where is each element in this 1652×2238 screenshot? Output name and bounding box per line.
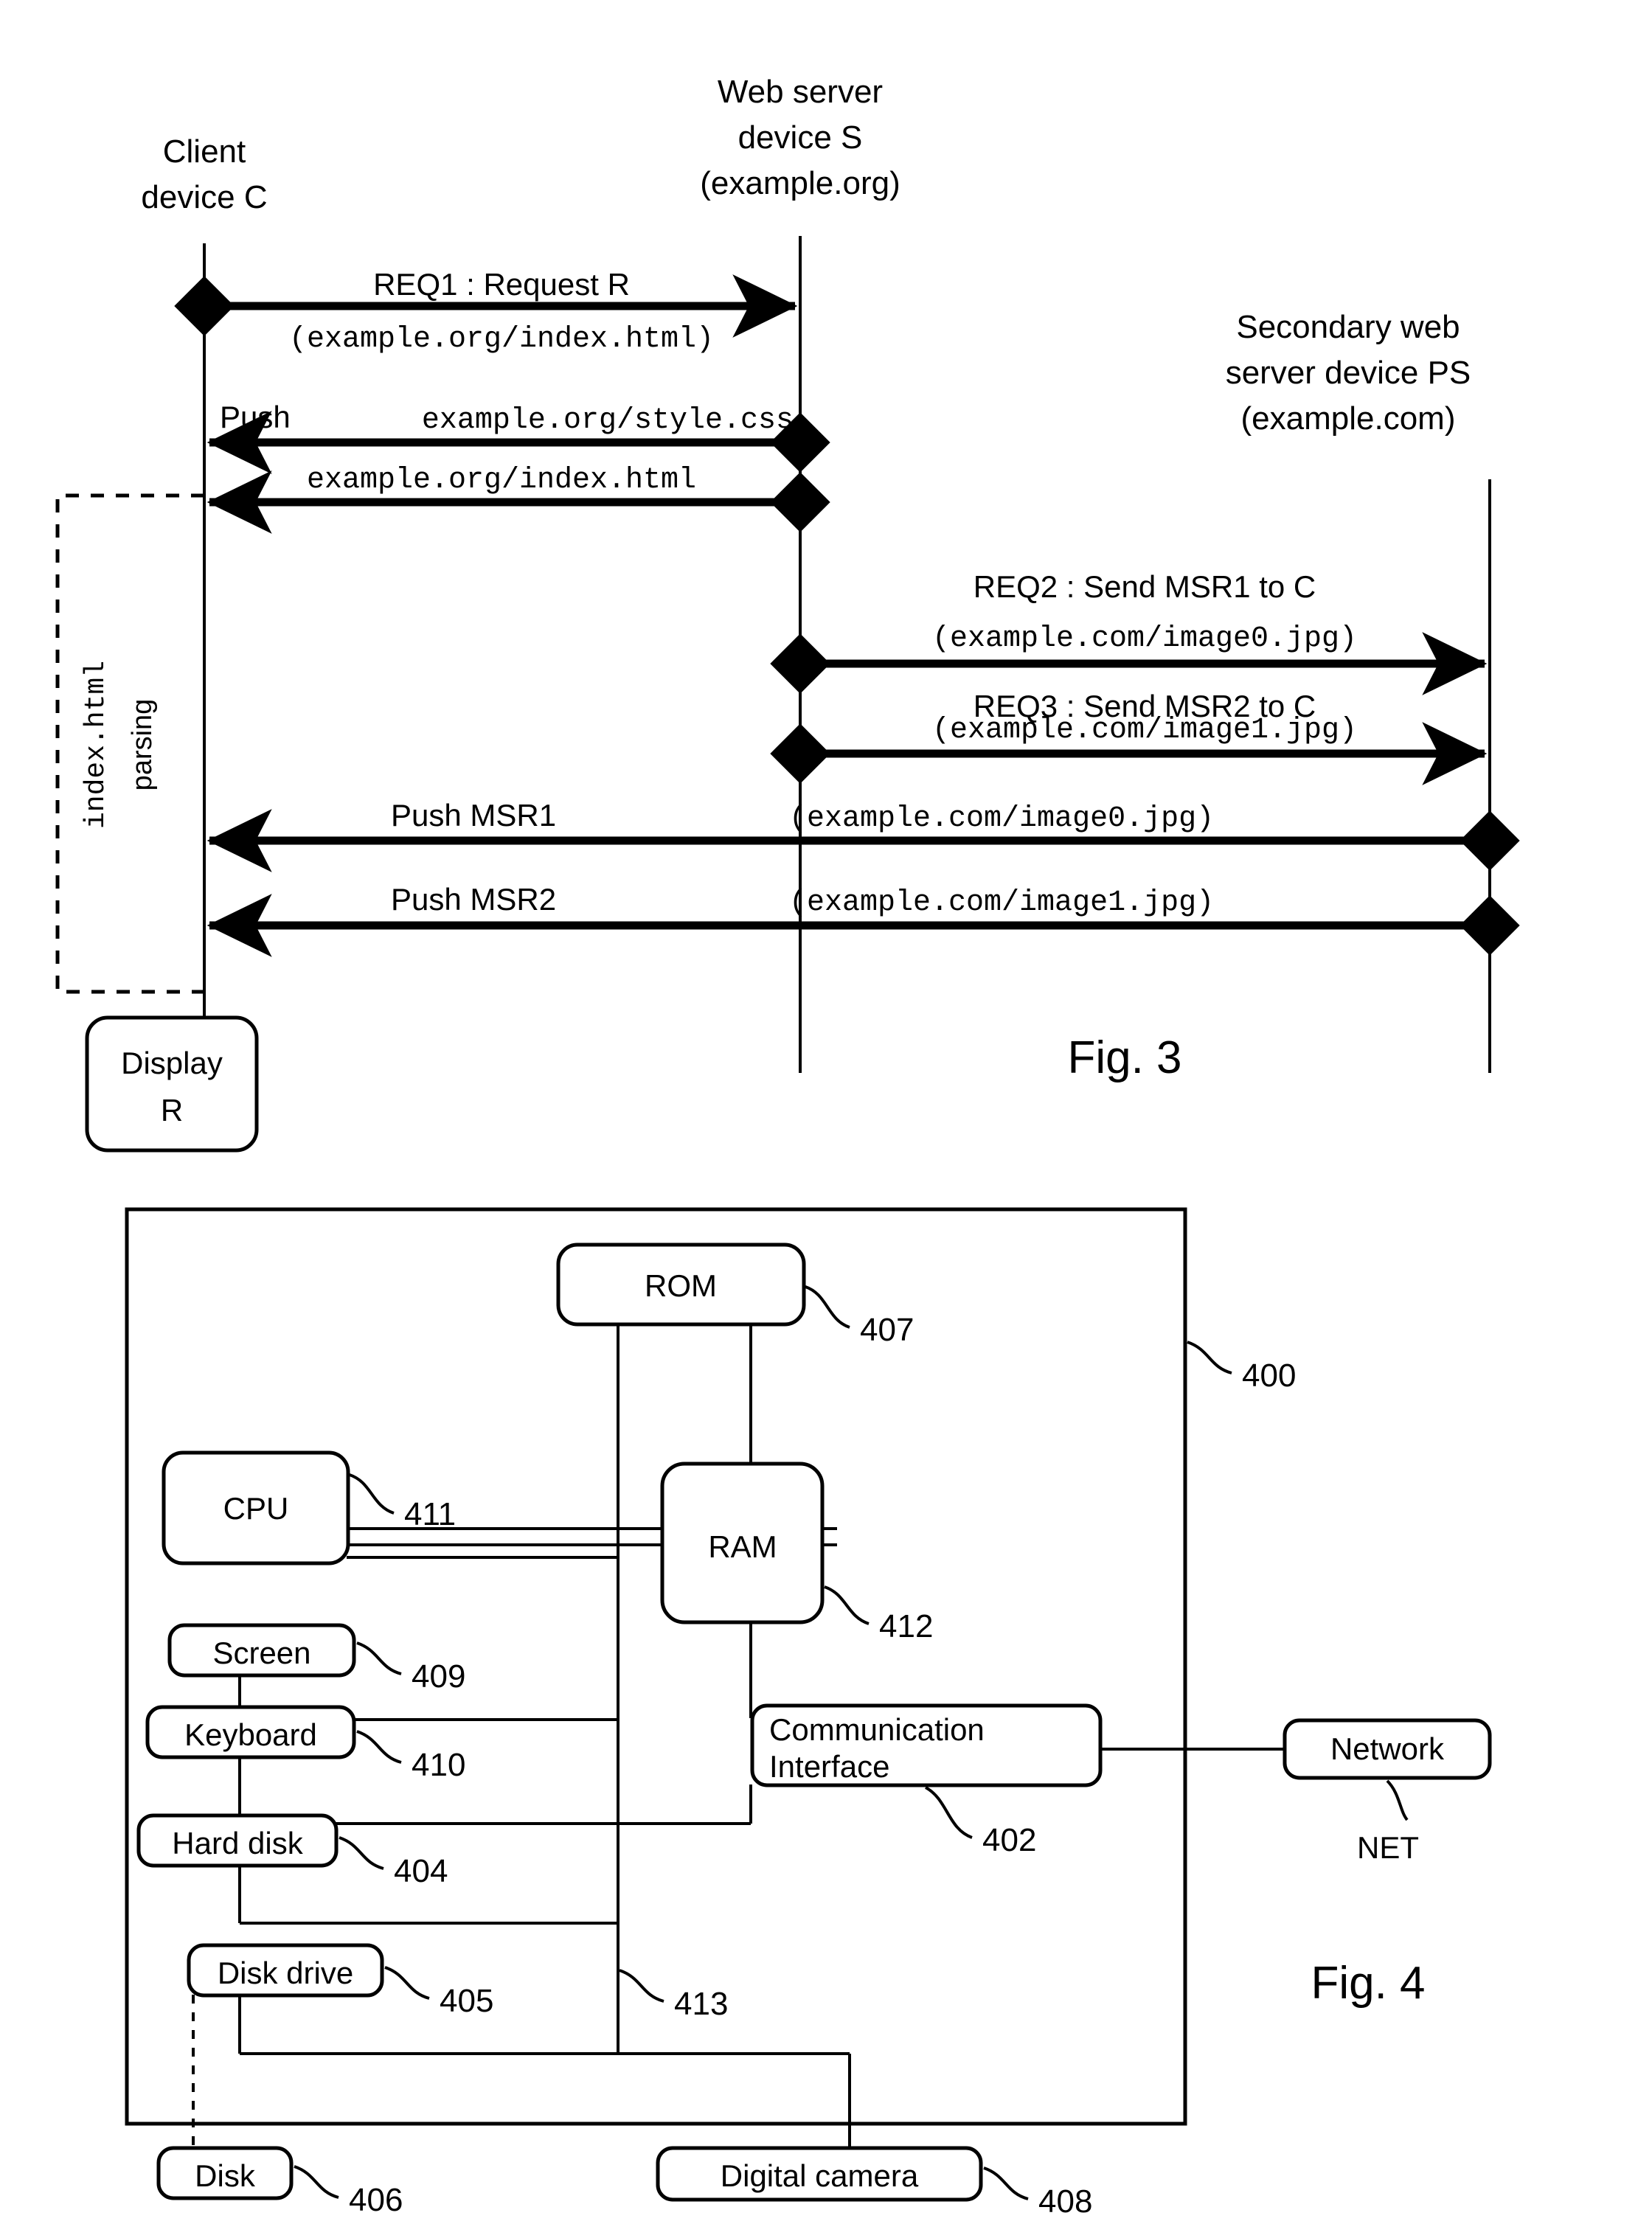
leader-407 xyxy=(805,1285,850,1329)
block-comm-label2: Interface xyxy=(769,1749,889,1784)
block-keyboard-label: Keyboard xyxy=(184,1717,317,1752)
leader-413 xyxy=(619,1969,664,2003)
leader-402 xyxy=(924,1786,973,1839)
block-disk-label: Disk xyxy=(195,2158,256,2193)
leader-406 xyxy=(294,2165,339,2199)
block-diskdrive-label: Disk drive xyxy=(218,1956,353,1990)
ref-413: 413 xyxy=(674,1986,728,2022)
leader-404 xyxy=(339,1836,384,1870)
ref-408: 408 xyxy=(1038,2183,1092,2220)
block-camera-label: Digital camera xyxy=(721,2158,919,2193)
ref-405: 405 xyxy=(440,1983,493,2019)
ref-400: 400 xyxy=(1242,1358,1296,1394)
ref-409: 409 xyxy=(412,1658,465,1695)
leader-412 xyxy=(824,1585,870,1625)
leader-411 xyxy=(349,1473,395,1515)
ref-404: 404 xyxy=(394,1853,448,1889)
patent-figure-page: Client device C Web server device S (exa… xyxy=(0,0,1652,2238)
block-comm-label1: Communication xyxy=(769,1712,985,1747)
leader-400 xyxy=(1187,1341,1232,1375)
leader-net xyxy=(1386,1779,1409,1821)
block-harddisk-label: Hard disk xyxy=(172,1826,303,1860)
block-network-label: Network xyxy=(1330,1731,1445,1766)
figure-4-caption: Fig. 4 xyxy=(1311,1958,1425,2009)
ref-407: 407 xyxy=(860,1312,914,1348)
figure-4: ROM CPU RAM Screen Keyboard Hard disk Di… xyxy=(125,1207,1492,2220)
ref-net: NET xyxy=(1357,1830,1419,1865)
leader-409 xyxy=(356,1641,402,1675)
block-screen-label: Screen xyxy=(212,1636,310,1670)
ref-406: 406 xyxy=(349,2182,403,2218)
ref-402: 402 xyxy=(982,1822,1036,1858)
ref-412: 412 xyxy=(879,1608,933,1644)
block-cpu-label: CPU xyxy=(223,1491,289,1526)
ref-411: 411 xyxy=(404,1496,456,1532)
leader-405 xyxy=(384,1966,430,2000)
ref-410: 410 xyxy=(412,1747,465,1783)
leader-410 xyxy=(356,1730,402,1764)
block-ram-label: RAM xyxy=(708,1529,777,1564)
leader-408 xyxy=(983,2166,1029,2200)
block-rom-label: ROM xyxy=(645,1268,717,1303)
